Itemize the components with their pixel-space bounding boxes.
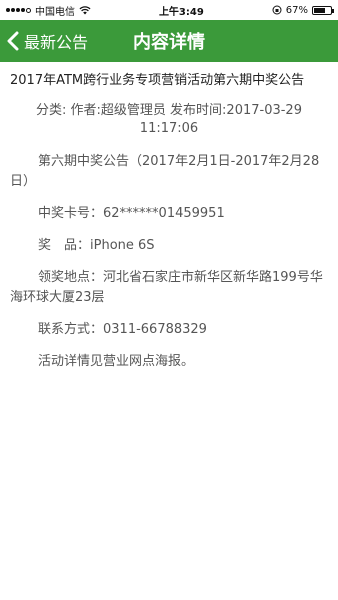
back-button[interactable]: 最新公告 [6, 20, 88, 62]
paragraph-card-number: 中奖卡号：62******01459951 [38, 206, 225, 221]
chevron-left-icon [7, 31, 19, 51]
nav-bar: 最新公告 内容详情 [0, 20, 338, 62]
back-label: 最新公告 [24, 33, 89, 52]
article-title: 2017年ATM跨行业务专项营销活动第六期中奖公告 [10, 73, 305, 88]
paragraph-period: 第六期中奖公告（2017年2月1日-2017年2月28日） [10, 154, 320, 189]
paragraph-contact: 联系方式：0311-66788329 [38, 322, 207, 337]
article-content: 2017年ATM跨行业务专项营销活动第六期中奖公告 分类: 作者:超级管理员 发… [0, 62, 338, 372]
paragraph-prize: 奖 品：iPhone 6S [38, 238, 155, 253]
carrier-label: 中国电信 [35, 6, 75, 18]
meta-line-2: 11:17:06 [139, 121, 199, 136]
signal-icon [6, 7, 31, 13]
rotation-lock-icon [272, 5, 282, 15]
meta-line-1: 分类: 作者:超级管理员 发布时间:2017-03-29 [36, 103, 302, 118]
wifi-icon [79, 5, 91, 14]
status-right: 67% [272, 4, 334, 16]
paragraph-details: 活动详情见营业网点海报。 [38, 354, 195, 369]
status-time: 上午3:49 [158, 6, 204, 18]
battery-icon [311, 5, 334, 15]
article-body: 第六期中奖公告（2017年2月1日-2017年2月28日） 中奖卡号：62***… [10, 152, 328, 372]
paragraph-location: 领奖地点：河北省石家庄市新华区新华路199号华海环球大厦23层 [10, 270, 323, 305]
page: 中国电信 上午3:49 67% 最新公告 内容详情 2017年ATM跨行业务专项… [0, 0, 338, 600]
battery-percent: 67% [285, 4, 308, 16]
status-bar: 中国电信 上午3:49 67% [0, 0, 338, 20]
article-meta: 分类: 作者:超级管理员 发布时间:2017-03-29 11:17:06 [10, 102, 328, 138]
status-left: 中国电信 [6, 3, 91, 18]
